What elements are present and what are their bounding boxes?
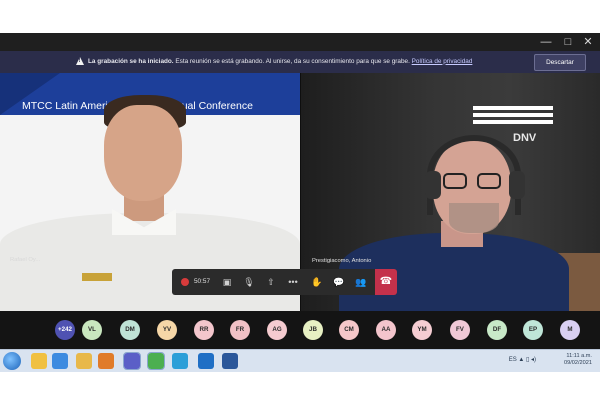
microphone-icon[interactable]: 🎙 [240,273,258,291]
more-participants-badge[interactable]: +242 [55,320,75,340]
language-indicator[interactable]: ES [509,357,517,363]
camera-icon[interactable]: ▣ [218,273,236,291]
participant-avatar[interactable]: M [560,320,580,340]
windows-taskbar: ES ▲ ▯ ◂) 11:11 a.m. 09/02/2021 [0,349,600,372]
word-icon[interactable] [222,353,238,369]
hand-icon[interactable]: ✋ [308,273,326,291]
explorer-icon[interactable] [31,353,47,369]
maximize-button[interactable]: □ [558,33,578,51]
participant-avatar[interactable]: RR [194,320,214,340]
warning-icon [76,57,84,65]
call-timer: 50:57 [194,278,210,285]
participant-avatar[interactable]: CM [339,320,359,340]
ie-icon[interactable] [52,353,68,369]
participant-name-left: Rafael Oy... [10,257,41,263]
participant-avatar[interactable]: FV [450,320,470,340]
phone-hangup-icon[interactable]: ☎ [375,269,397,295]
recording-text: Esta reunión se está grabando. Al unirse… [173,57,410,65]
teams-icon[interactable] [123,352,141,370]
share-screen-icon[interactable]: ⇧ [262,273,280,291]
participant-name-right: Prestigiacomo, Antonio [312,258,372,264]
system-tray[interactable]: ES ▲ ▯ ◂) [509,356,536,363]
media-player-icon[interactable] [98,353,114,369]
clock-date: 09/02/2021 [564,360,592,366]
record-icon [176,273,194,291]
page-background [0,372,600,400]
participant-avatar[interactable]: AG [267,320,287,340]
participant-avatar[interactable]: FR [230,320,250,340]
participant-avatar[interactable]: DF [487,320,507,340]
participant-avatar[interactable]: EP [523,320,543,340]
chrome-icon[interactable] [147,352,165,370]
chat-icon[interactable]: 💬 [330,273,348,291]
participant-avatar[interactable]: JB [303,320,323,340]
start-button[interactable] [3,352,21,370]
taskbar-clock[interactable]: 11:11 a.m. 09/02/2021 [564,353,592,367]
participant-avatar[interactable]: YV [157,320,177,340]
participant-avatar[interactable]: AA [376,320,396,340]
call-toolbar: 50:57 ▣ 🎙 ⇧ ••• ✋ 💬 👥 ☎ [172,269,397,295]
recording-message: La grabación se ha iniciado. Esta reunió… [88,58,472,65]
clock-time: 11:11 a.m. [566,353,592,359]
participant-avatar[interactable]: DM [120,320,140,340]
dismiss-button[interactable]: Descartar [534,54,586,71]
folder-icon[interactable] [76,353,92,369]
participant-avatar[interactable]: VL [82,320,102,340]
dnv-logo-text: DNV [513,132,537,144]
window-title-bar: — □ ✕ [0,33,600,51]
privacy-policy-link[interactable]: Política de privacidad [412,58,473,65]
recording-title: La grabación se ha iniciado. [88,57,174,65]
minimize-button[interactable]: — [536,33,556,51]
more-icon[interactable]: ••• [284,273,302,291]
participant-avatar[interactable]: YM [412,320,432,340]
people-icon[interactable]: 👥 [352,273,370,291]
edge-icon[interactable] [172,353,188,369]
recording-banner: La grabación se ha iniciado. Esta reunió… [0,51,600,73]
outlook-icon[interactable] [198,353,214,369]
close-button[interactable]: ✕ [578,33,598,51]
